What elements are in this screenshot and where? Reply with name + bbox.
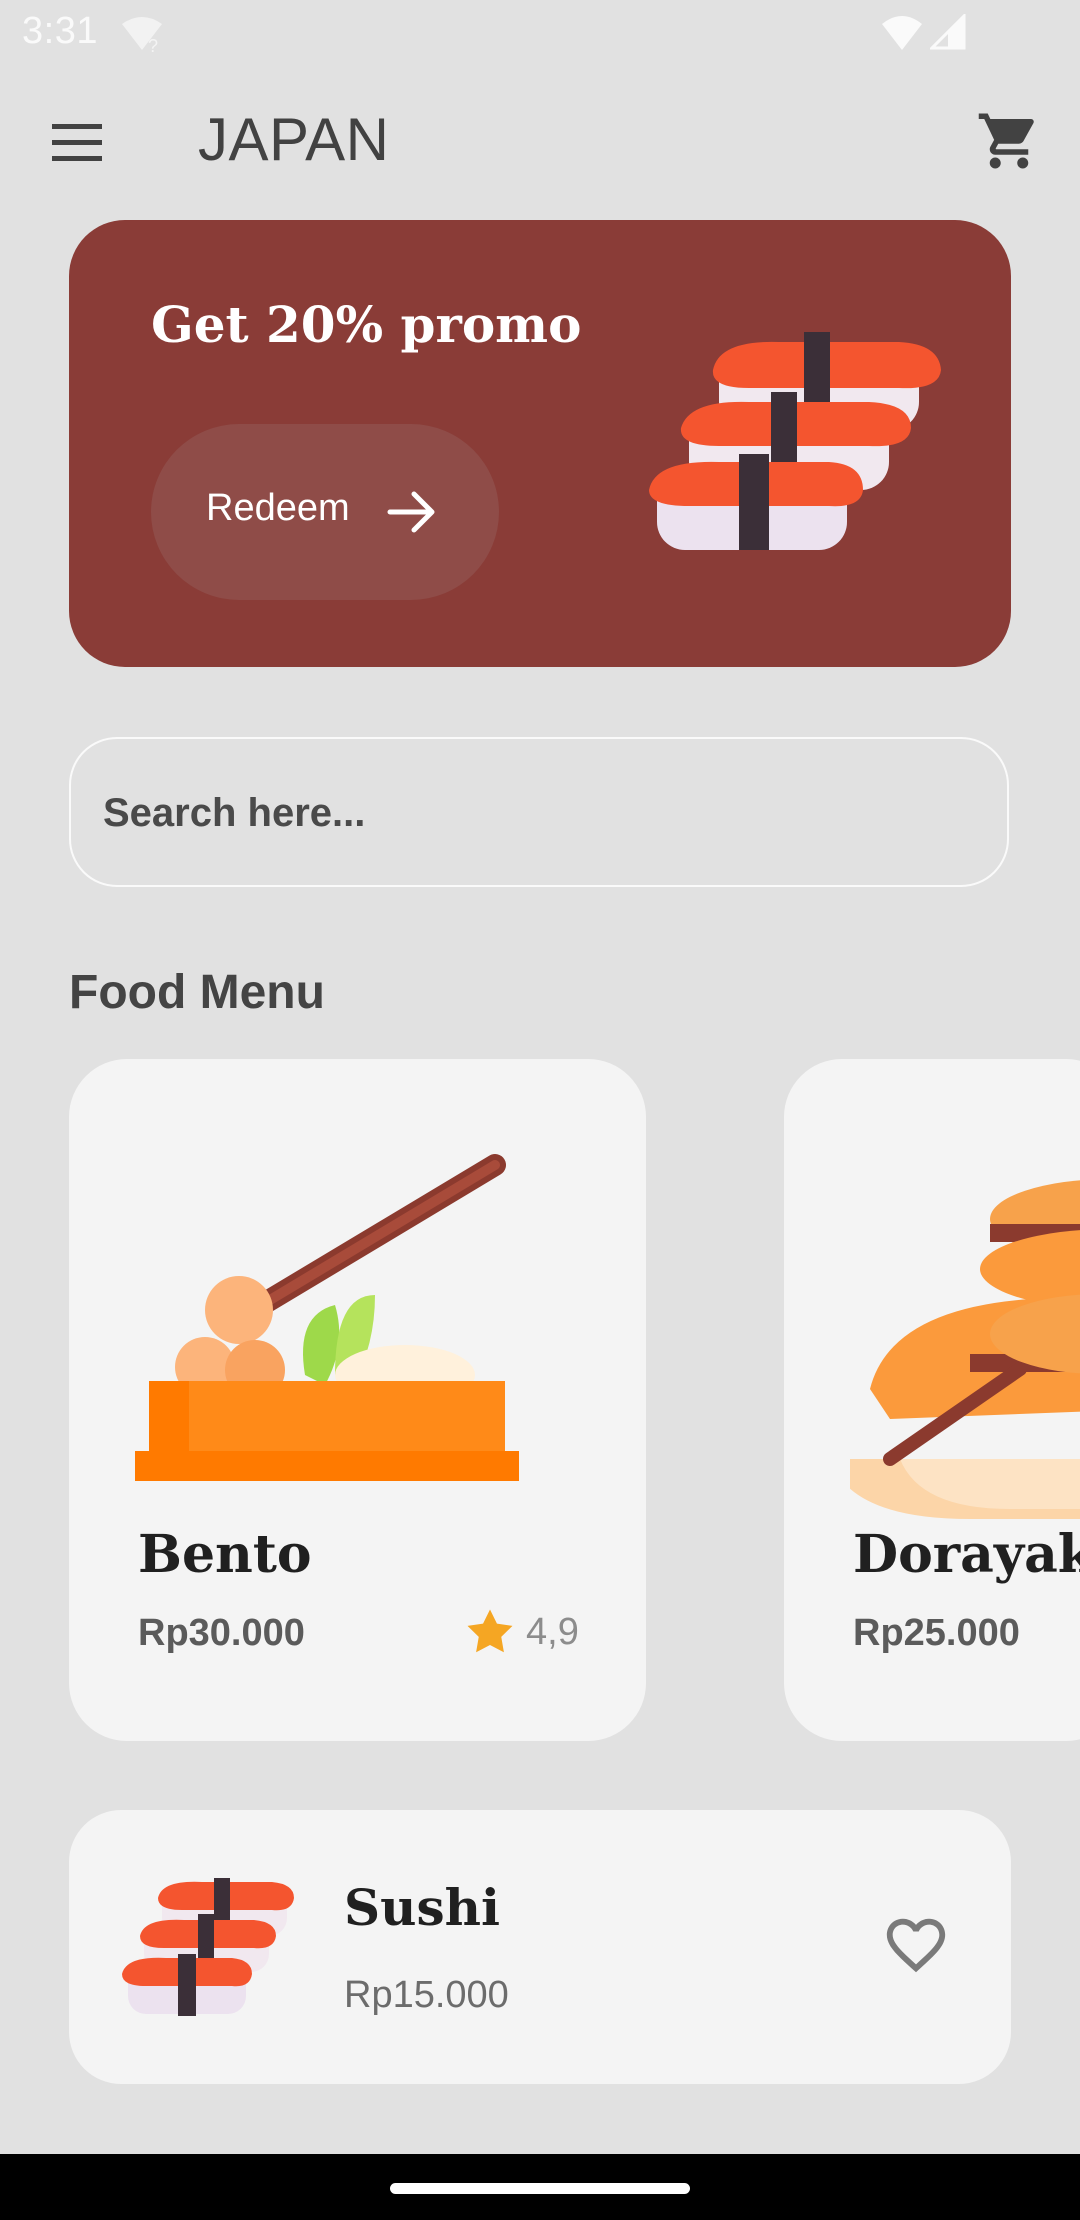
wifi-q-mark: ? xyxy=(148,36,158,54)
dorayaki-illustration xyxy=(850,1180,1080,1519)
heart-icon[interactable] xyxy=(879,1910,953,1980)
menu-icon[interactable] xyxy=(48,118,106,168)
app-title: JAPAN xyxy=(198,106,390,173)
status-time: 3:31 xyxy=(22,10,98,52)
list-item[interactable]: Sushi Rp15.000 xyxy=(69,1810,1011,2084)
sushi-thumbnail xyxy=(122,1878,294,2016)
food-card-dorayaki[interactable]: Dorayaki Rp25.000 xyxy=(784,1059,1080,1741)
redeem-button[interactable]: Redeem xyxy=(151,424,499,600)
food-card-price: Rp25.000 xyxy=(853,1612,1020,1654)
list-item-price: Rp15.000 xyxy=(344,1974,509,2016)
section-title-food-menu: Food Menu xyxy=(69,966,325,1019)
cart-icon[interactable] xyxy=(976,108,1042,174)
bento-illustration xyxy=(135,1154,519,1481)
star-icon xyxy=(467,1609,513,1653)
search-box[interactable] xyxy=(69,737,1009,887)
home-indicator[interactable] xyxy=(390,2183,690,2194)
food-card-bento[interactable]: Bento Rp30.000 4,9 xyxy=(69,1059,646,1741)
food-card-price: Rp30.000 xyxy=(138,1612,305,1654)
signal-icon xyxy=(930,14,966,50)
list-item-name: Sushi xyxy=(344,1878,500,1937)
food-card-name: Dorayaki xyxy=(853,1524,1080,1585)
wifi-icon xyxy=(882,16,922,50)
wifi-unknown-icon: ? xyxy=(122,17,162,54)
redeem-label: Redeem xyxy=(206,487,350,529)
sushi-illustration xyxy=(649,332,941,550)
arrow-right-icon xyxy=(387,491,435,533)
rating-value: 4,9 xyxy=(526,1611,579,1653)
food-card-name: Bento xyxy=(138,1524,312,1585)
promo-title: Get 20% promo xyxy=(151,295,582,354)
promo-banner: Get 20% promo Redeem xyxy=(69,220,1011,667)
search-input[interactable] xyxy=(101,739,965,887)
